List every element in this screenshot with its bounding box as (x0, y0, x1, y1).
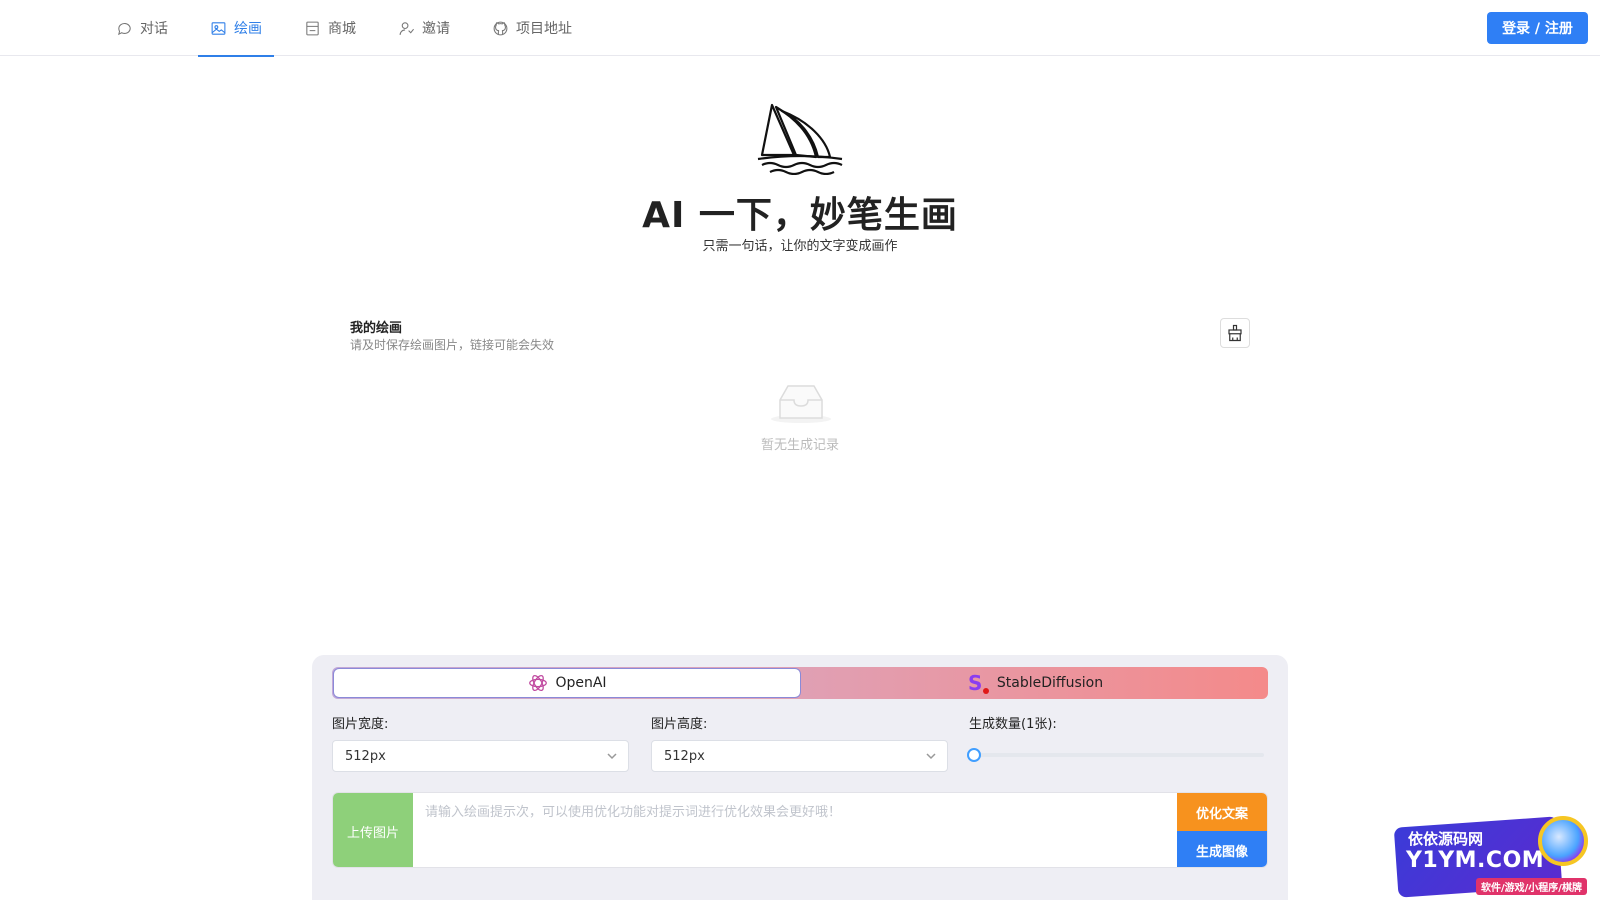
invite-icon (399, 21, 414, 35)
height-select[interactable]: 512px (651, 740, 948, 772)
tab-stable-diffusion[interactable]: S StableDiffusion (802, 667, 1268, 699)
width-select[interactable]: 512px (332, 740, 629, 772)
store-icon (306, 21, 319, 35)
page-subtitle: 只需一句话，让你的文字变成画作 (702, 239, 898, 254)
watermark-line2: Y1YM.COM (1406, 848, 1545, 873)
watermark-badge: 依依源码网 Y1YM.COM 软件/游戏/小程序/棋牌 (1388, 814, 1600, 900)
nav-item-store[interactable]: 商城 (292, 0, 368, 56)
nav-item-label: 对话 (140, 21, 168, 37)
width-select-value: 512px (345, 748, 386, 764)
tab-stable-diffusion-label: StableDiffusion (996, 675, 1104, 691)
generate-image-button[interactable]: 生成图像 (1177, 831, 1267, 867)
nav-item-chat[interactable]: 对话 (104, 0, 180, 56)
main-nav: 对话 绘画 商城 邀请 项目地址 (104, 0, 602, 57)
nav-item-label: 商城 (328, 21, 356, 37)
engine-tabs: OpenAI S StableDiffusion (332, 667, 1268, 699)
tab-openai-label: OpenAI (555, 675, 607, 691)
prompt-input[interactable] (413, 793, 1181, 867)
broom-icon (1228, 324, 1242, 342)
nav-item-project[interactable]: 项目地址 (480, 0, 584, 56)
openai-icon (529, 674, 548, 692)
prompt-row: 上传图片 优化文案 生成图像 (332, 792, 1268, 868)
svg-text:S: S (968, 671, 982, 695)
width-label: 图片宽度: (332, 717, 389, 732)
page-title: AI 一下，妙笔生画 (642, 195, 958, 236)
top-navbar: 对话 绘画 商城 邀请 项目地址 登录 / 注册 (0, 0, 1600, 57)
upload-image-button[interactable]: 上传图片 (333, 793, 413, 867)
chevron-down-icon (607, 753, 617, 760)
github-icon (493, 21, 508, 35)
stable-diffusion-icon: S (968, 671, 989, 695)
optimize-prompt-button[interactable]: 优化文案 (1177, 793, 1267, 831)
magnifier-icon (1538, 816, 1588, 866)
gallery-description: 请及时保存绘画图片，链接可能会失效 (350, 338, 555, 352)
chevron-down-icon (926, 753, 936, 760)
nav-item-label: 邀请 (422, 21, 450, 37)
clear-gallery-button[interactable] (1220, 318, 1250, 348)
empty-state-text: 暂无生成记录 (760, 438, 839, 453)
image-icon (211, 21, 226, 35)
gallery-title: 我的绘画 (350, 321, 403, 336)
watermark-line3: 软件/游戏/小程序/棋牌 (1476, 878, 1587, 895)
nav-item-label: 项目地址 (516, 21, 572, 37)
tab-openai[interactable]: OpenAI (333, 668, 801, 698)
chat-icon (118, 22, 131, 35)
nav-item-draw[interactable]: 绘画 (198, 0, 274, 57)
nav-item-invite[interactable]: 邀请 (386, 0, 462, 56)
watermark-line1: 依依源码网 (1408, 830, 1484, 848)
count-slider-track[interactable] (974, 753, 1264, 757)
count-slider-handle[interactable] (967, 748, 981, 762)
login-register-button[interactable]: 登录 / 注册 (1487, 12, 1588, 44)
sailboat-logo-icon (757, 103, 843, 175)
height-label: 图片高度: (651, 717, 708, 732)
height-select-value: 512px (664, 748, 705, 764)
count-label: 生成数量(1张): (969, 717, 1057, 732)
nav-item-label: 绘画 (234, 21, 262, 37)
empty-inbox-icon (771, 385, 831, 423)
